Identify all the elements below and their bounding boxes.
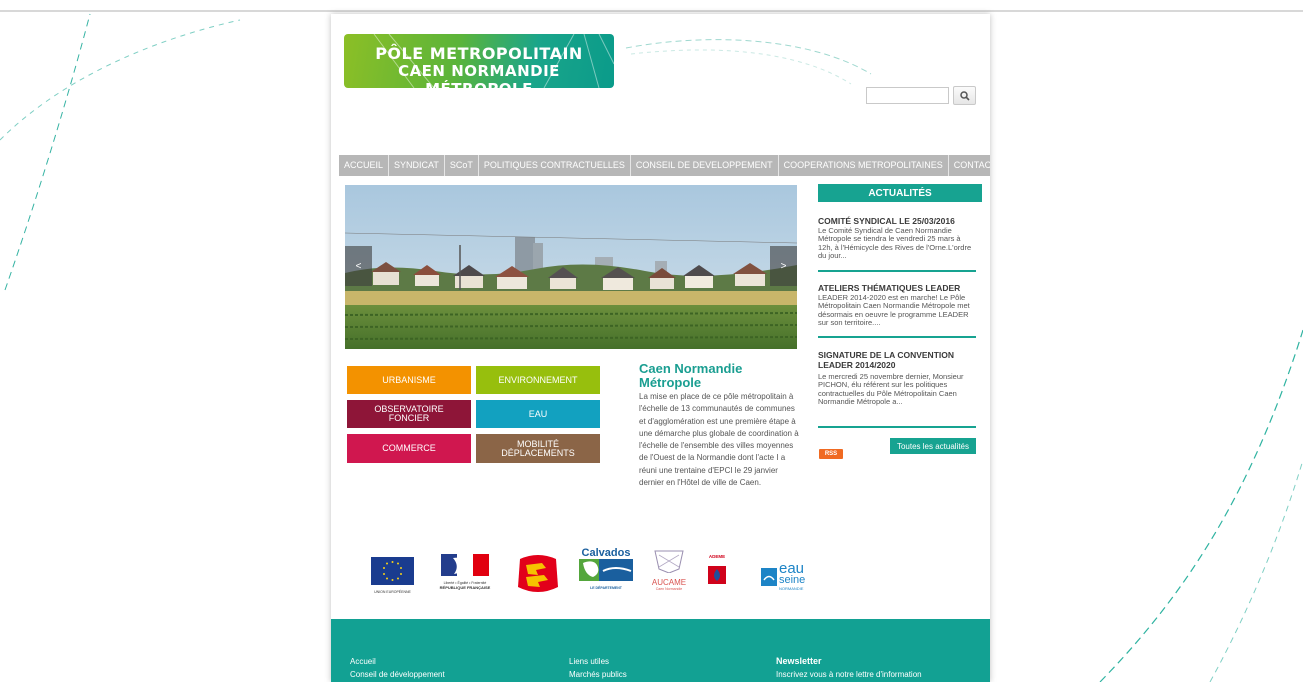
tile-mobilite-deplacements[interactable]: MOBILITÉ DÉPLACEMENTS xyxy=(476,434,600,463)
site-logo[interactable]: PÔLE METROPOLITAIN CAEN NORMANDIE MÉTROP… xyxy=(344,34,614,88)
water-drop-icon xyxy=(761,568,777,586)
footer: Accueil Conseil de développement Liens u… xyxy=(331,619,990,682)
ademe-icon xyxy=(708,566,726,584)
partner-logo-eu[interactable]: UNION EUROPÉENNE xyxy=(371,557,414,594)
menu-item-contact[interactable]: CONTACT xyxy=(948,155,990,176)
page-container: PÔLE METROPOLITAIN CAEN NORMANDIE MÉTROP… xyxy=(331,14,990,682)
news-item-2-body: LEADER 2014-2020 est en marche! Le Pôle … xyxy=(818,293,970,328)
news-item-3-title[interactable]: SIGNATURE DE LA CONVENTION LEADER 2014/2… xyxy=(818,350,976,370)
menu-item-accueil[interactable]: ACCUEIL xyxy=(339,155,390,176)
footer-link-accueil[interactable]: Accueil xyxy=(350,657,376,666)
menu-item-conseil-developpement[interactable]: CONSEIL DE DEVELOPPEMENT xyxy=(630,155,779,176)
intro-title: Caen Normandie Métropole xyxy=(639,361,743,390)
news-item-1-body: Le Comité Syndical de Caen Normandie Mét… xyxy=(818,226,972,261)
search-input[interactable] xyxy=(866,87,949,104)
rf-label: RÉPUBLIQUE FRANÇAISE xyxy=(439,585,491,590)
news-separator xyxy=(818,270,976,272)
partner-logo-eau-seine-normandie[interactable]: eau seine NORMANDIE xyxy=(761,561,819,594)
partner-logo-calvados[interactable]: Calvados LE DÉPARTEMENT xyxy=(579,547,633,595)
eu-flag-icon xyxy=(371,557,414,585)
slider-next-button[interactable]: > xyxy=(770,246,797,286)
search-button[interactable] xyxy=(953,86,976,105)
tile-observatoire-foncier[interactable]: OBSERVATOIRE FONCIER xyxy=(347,400,471,428)
partner-logo-republique-francaise[interactable]: Liberté • Égalité • Fraternité RÉPUBLIQU… xyxy=(436,554,494,592)
calvados-map-icon xyxy=(579,559,633,581)
menu-item-politiques-contractuelles[interactable]: POLITIQUES CONTRACTUELLES xyxy=(478,155,631,176)
aucame-sub: Caen Normandie xyxy=(655,587,683,591)
partner-logo-aucame[interactable]: AUCAME Caen Normandie xyxy=(647,549,691,594)
marianne-icon xyxy=(441,554,489,576)
tile-eau[interactable]: EAU xyxy=(476,400,600,428)
slider-prev-button[interactable]: < xyxy=(345,246,372,286)
news-separator xyxy=(818,336,976,338)
newsletter-text[interactable]: Inscrivez vous à notre lettre d'informat… xyxy=(776,670,922,679)
image-slider: < > xyxy=(345,185,797,349)
footer-link-liens-utiles[interactable]: Liens utiles xyxy=(569,657,609,666)
news-item-1-title[interactable]: COMITÉ SYNDICAL LE 25/03/2016 xyxy=(818,216,976,226)
tile-urbanisme[interactable]: URBANISME xyxy=(347,366,471,394)
normandie-label: NORMANDIE xyxy=(779,586,804,591)
seine-label: seine xyxy=(779,574,806,586)
intro-text: La mise en place de ce pôle métropolitai… xyxy=(639,392,799,488)
aucame-shield-icon xyxy=(654,550,684,574)
tile-environnement[interactable]: ENVIRONNEMENT xyxy=(476,366,600,394)
aucame-label: AUCAME xyxy=(651,578,687,587)
tile-commerce[interactable]: COMMERCE xyxy=(347,434,471,463)
newsletter-title: Newsletter xyxy=(776,656,822,666)
logo-title-line2: CAEN NORMANDIE MÉTROPOLE xyxy=(398,62,560,88)
ademe-label: ADEME xyxy=(708,554,726,559)
news-separator xyxy=(818,426,976,428)
menu-item-scot[interactable]: SCoT xyxy=(444,155,479,176)
menu-item-syndicat[interactable]: SYNDICAT xyxy=(389,155,445,176)
slide-photo-landscape xyxy=(345,185,797,349)
search-icon xyxy=(959,90,970,101)
all-news-button[interactable]: Toutes les actualités xyxy=(890,438,976,454)
main-menu: ACCUEIL SYNDICAT SCoT POLITIQUES CONTRAC… xyxy=(339,155,990,176)
rss-feed-button[interactable]: RSS xyxy=(819,449,843,459)
calvados-label: Calvados xyxy=(581,547,631,559)
news-item-3-body: Le mercredi 25 novembre dernier, Monsieu… xyxy=(818,372,964,407)
news-heading: ACTUALITÉS xyxy=(818,184,982,202)
menu-item-cooperations-metropolitaines[interactable]: COOPERATIONS METROPOLITAINES xyxy=(778,155,949,176)
logo-title-line1: PÔLE METROPOLITAIN xyxy=(375,44,583,63)
partner-logo-normandie[interactable] xyxy=(516,553,560,595)
footer-link-conseil-developpement[interactable]: Conseil de développement xyxy=(350,670,445,679)
partner-logo-ademe[interactable]: ADEME xyxy=(705,554,729,590)
eu-label: UNION EUROPÉENNE xyxy=(374,590,411,594)
normandy-lions-icon xyxy=(518,555,558,592)
footer-link-marches-publics[interactable]: Marchés publics xyxy=(569,670,627,679)
news-item-2-title[interactable]: ATELIERS THÉMATIQUES LEADER xyxy=(818,283,976,293)
calvados-sub: LE DÉPARTEMENT xyxy=(590,586,622,590)
